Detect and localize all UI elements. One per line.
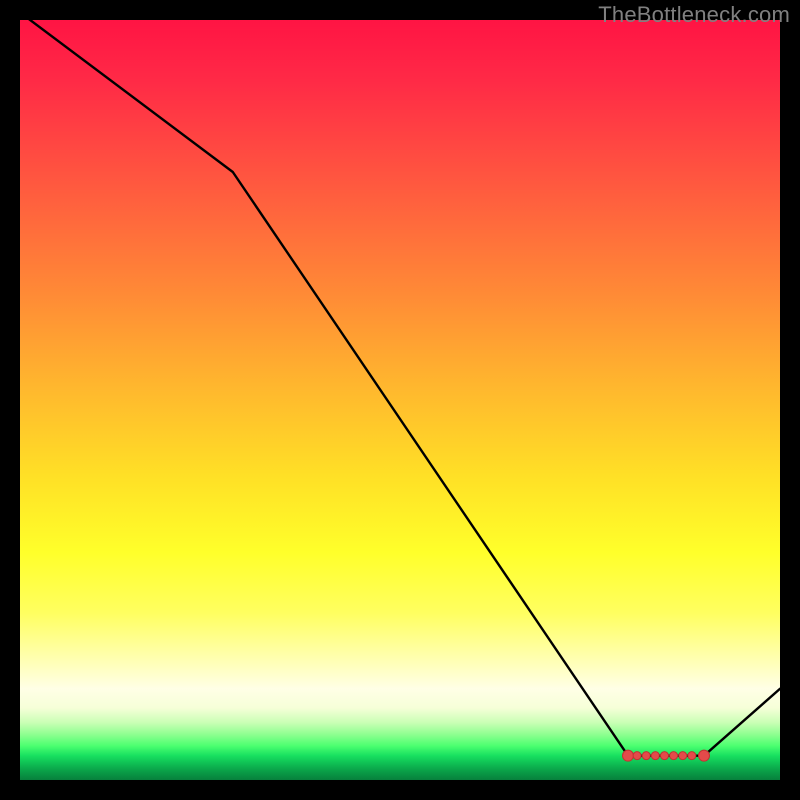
optimum-marker — [670, 752, 678, 760]
chart-svg — [20, 20, 780, 780]
optimum-marker — [660, 752, 668, 760]
optimum-marker — [679, 752, 687, 760]
watermark-text: TheBottleneck.com — [598, 2, 790, 28]
optimum-marker — [642, 752, 650, 760]
optimum-marker — [699, 750, 710, 761]
chart-stage: TheBottleneck.com — [0, 0, 800, 800]
optimum-marker — [688, 752, 696, 760]
optimum-marker — [633, 752, 641, 760]
optimum-marker — [623, 750, 634, 761]
optimum-marker — [651, 752, 659, 760]
bottleneck-curve-line — [20, 20, 780, 756]
plot-area — [20, 20, 780, 780]
